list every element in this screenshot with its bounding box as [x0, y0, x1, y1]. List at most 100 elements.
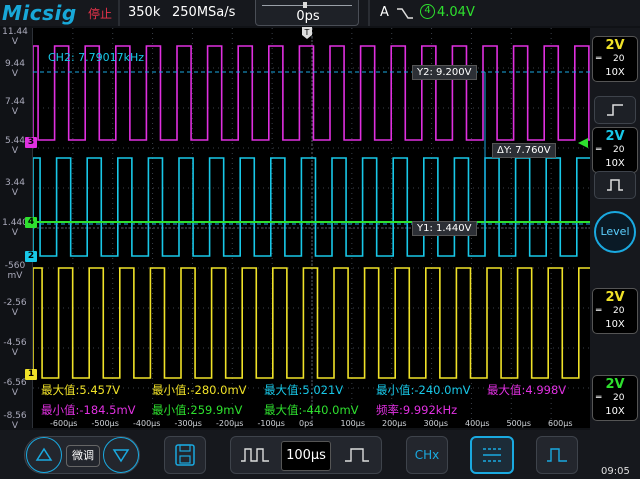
probe-ratio: 10X: [605, 67, 625, 78]
y-label: -4.56 V: [3, 338, 27, 358]
waveform-display[interactable]: [32, 28, 591, 428]
channel-1-settings[interactable]: 2V ═ 20 10X: [592, 288, 638, 334]
time-label: -400µs: [133, 419, 161, 428]
channel-volts: 2V: [605, 377, 625, 392]
channel-volts: 2V: [605, 129, 625, 144]
memory-depth[interactable]: 350k: [128, 5, 160, 20]
channel-4-marker[interactable]: 4: [25, 217, 37, 228]
channel-volts: 2V: [605, 38, 625, 53]
bandwidth-limit: 20: [613, 306, 625, 316]
menu-icon: [483, 448, 501, 462]
oscilloscope-app: Micsig 停止 350k 250MSa/s 0ps A 4 4.04V 11…: [0, 0, 640, 479]
trigger-position-marker[interactable]: T: [302, 27, 312, 39]
measurement-value[interactable]: 最大值:5.021V: [264, 382, 343, 398]
time-label: 400µs: [465, 419, 490, 428]
coupling-icon: ═: [596, 306, 602, 316]
trigger-edge-icon[interactable]: [396, 5, 414, 21]
falling-edge-icon: [607, 179, 623, 191]
measurement-value[interactable]: 最小值:-184.5mV: [41, 402, 136, 418]
sample-rate[interactable]: 250MSa/s: [172, 5, 235, 20]
bandwidth-limit: 20: [613, 54, 625, 64]
falling-edge-button[interactable]: [594, 171, 636, 199]
frequency-readout: CH2: 7.79017kHz: [48, 51, 145, 64]
y-label: 9.44 V: [4, 59, 26, 79]
brand-logo: Micsig: [2, 1, 77, 25]
probe-ratio: 10X: [605, 158, 625, 169]
y-label: -560 mV: [4, 261, 26, 281]
clock: 09:05: [601, 466, 630, 477]
trigger-level[interactable]: 4.04V: [437, 5, 475, 20]
channel-volts: 2V: [605, 290, 625, 305]
bottom-toolbar: 微调 100µs CHx: [0, 430, 640, 479]
y-label: -2.56 V: [3, 298, 27, 318]
coupling-icon: ═: [596, 54, 602, 64]
rising-edge-button[interactable]: [594, 96, 636, 124]
up-button[interactable]: [26, 437, 62, 473]
fine-adjust-button[interactable]: 微调: [66, 445, 100, 467]
down-button[interactable]: [103, 437, 139, 473]
divider: [118, 0, 120, 26]
y-label: 3.44 V: [4, 178, 26, 198]
horizontal-position: 0ps: [296, 9, 320, 24]
measurement-value[interactable]: 最小值:259.9mV: [152, 402, 242, 418]
time-label: -500µs: [91, 419, 119, 428]
time-label: 600µs: [548, 419, 573, 428]
measurement-value[interactable]: 最小值:-280.0mV: [152, 382, 247, 398]
horizontal-position-control[interactable]: 0ps: [255, 0, 359, 26]
trigger-level-marker[interactable]: [578, 138, 588, 148]
coupling-icon: ═: [596, 145, 602, 155]
run-state[interactable]: 停止: [88, 5, 112, 22]
bandwidth-limit: 20: [613, 393, 625, 403]
time-label: -200µs: [216, 419, 244, 428]
channel-select-button[interactable]: CHx: [406, 436, 448, 474]
timebase-increase-button[interactable]: [335, 439, 379, 471]
time-label: -300µs: [174, 419, 202, 428]
channel-2-marker[interactable]: 2: [25, 251, 37, 262]
divider: [368, 0, 370, 26]
channel-3-settings[interactable]: 2V ═ 20 10X: [592, 36, 638, 82]
probe-ratio: 10X: [605, 406, 625, 417]
menu-button[interactable]: [470, 436, 514, 474]
svg-text:T: T: [304, 28, 310, 37]
fine-adjust-group: 微调: [24, 436, 140, 474]
waveform-settings-button[interactable]: [536, 436, 578, 474]
triangle-down-icon: [112, 449, 130, 463]
measurement-value[interactable]: 最大值:4.998V: [487, 382, 566, 398]
cursor-y1-label[interactable]: Y1: 1.440V: [412, 221, 477, 236]
timebase-decrease-button[interactable]: [233, 439, 277, 471]
channel-4-settings[interactable]: 2V ═ 20 10X: [592, 375, 638, 421]
y-label: -6.56 V: [3, 378, 27, 398]
position-slider-knob[interactable]: [303, 2, 307, 8]
waveform-settings-icon: [547, 448, 567, 462]
bandwidth-limit: 20: [613, 145, 625, 155]
save-button[interactable]: [164, 436, 206, 474]
probe-ratio: 10X: [605, 319, 625, 330]
y-label: 11.44 V: [2, 27, 28, 47]
timebase-group: 100µs: [230, 436, 382, 474]
trigger-channel-badge: 4: [420, 4, 435, 19]
trigger-mode[interactable]: A: [380, 5, 389, 20]
waveform-canvas: [33, 28, 591, 428]
channel-3-marker[interactable]: 3: [25, 137, 37, 148]
coupling-icon: ═: [596, 393, 602, 403]
top-status-bar: Micsig 停止 350k 250MSa/s 0ps A 4 4.04V: [0, 0, 640, 26]
cursor-delta-label: ΔY: 7.760V: [492, 143, 556, 158]
measurement-value[interactable]: 最大值:5.457V: [41, 382, 120, 398]
time-label: -100µs: [257, 419, 285, 428]
channel-1-marker[interactable]: 1: [25, 369, 37, 380]
time-label: 0ps: [299, 419, 314, 428]
y-label: 7.44 V: [4, 97, 26, 117]
time-label: -600µs: [50, 419, 78, 428]
level-button[interactable]: Level: [594, 211, 636, 253]
time-label: 300µs: [423, 419, 449, 428]
measurement-value[interactable]: 最小值:-240.0mV: [376, 382, 471, 398]
cursor-y2-label[interactable]: Y2: 9.200V: [412, 65, 477, 80]
measurement-value[interactable]: 频率:9.992kHz: [376, 402, 457, 418]
triangle-up-icon: [35, 447, 53, 461]
channel-2-settings[interactable]: 2V ═ 20 10X: [592, 127, 638, 173]
time-label: 200µs: [382, 419, 407, 428]
y-label: -8.56 V: [3, 411, 27, 431]
y-axis-labels: 11.44 V 9.44 V 7.44 V 5.44 V 3.44 V 1.44…: [0, 27, 31, 431]
timebase-value[interactable]: 100µs: [281, 441, 331, 471]
measurement-value[interactable]: 最大值:-440.0mV: [264, 402, 359, 418]
